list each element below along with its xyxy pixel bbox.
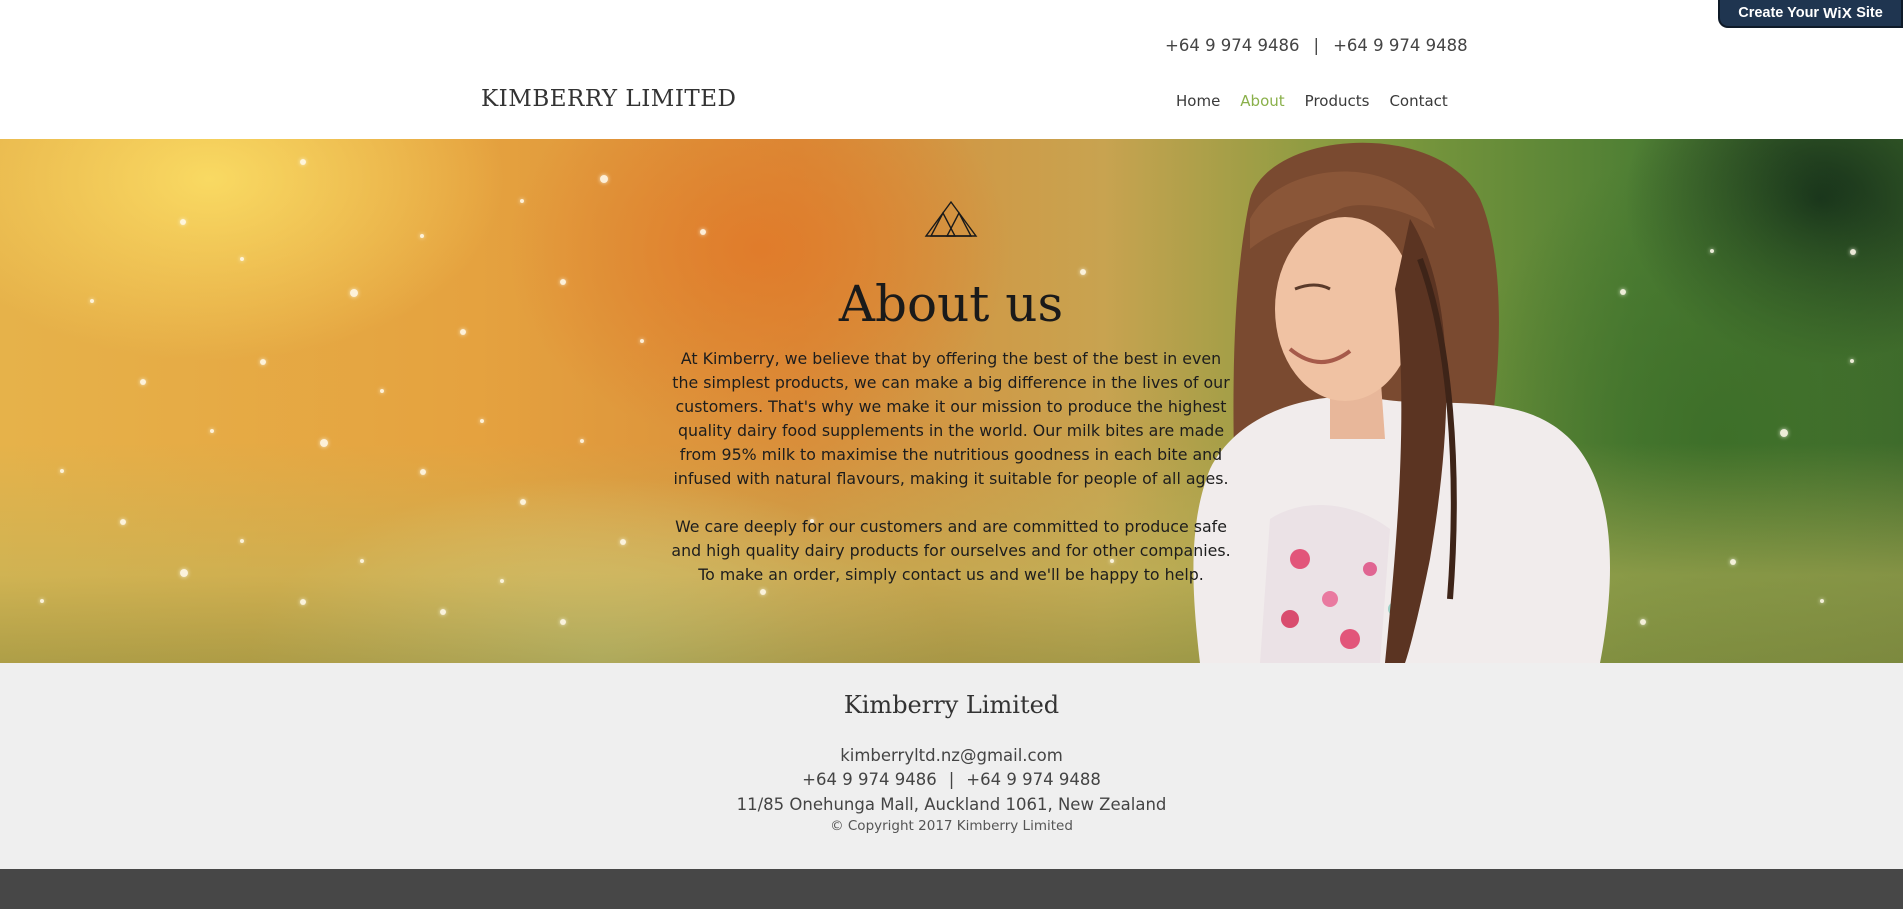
site-footer: Kimberry Limited kimberryltd.nz@gmail.co…: [0, 663, 1903, 869]
footer-company-name: Kimberry Limited: [843, 691, 1060, 719]
footer-phone-numbers: +64 9 974 9486 | +64 9 974 9488: [0, 770, 1903, 789]
nav-home[interactable]: Home: [1176, 92, 1220, 110]
top-phone-1[interactable]: +64 9 974 9486: [1165, 36, 1300, 55]
site-header: KIMBERRY LIMITED Home About Products Con…: [0, 72, 1903, 138]
footer-email-link[interactable]: kimberryltd.nz@gmail.com: [0, 746, 1903, 765]
top-phone-2[interactable]: +64 9 974 9488: [1333, 36, 1468, 55]
main-nav: Home About Products Contact: [1176, 92, 1468, 110]
footer-phone-2[interactable]: +64 9 974 9488: [966, 770, 1101, 789]
footer-phone-1[interactable]: +64 9 974 9486: [802, 770, 937, 789]
nav-products[interactable]: Products: [1305, 92, 1370, 110]
phone-separator: |: [1313, 36, 1320, 55]
nav-about[interactable]: About: [1240, 92, 1284, 110]
create-wix-site-banner[interactable]: Create Your WiX Site: [1718, 0, 1903, 28]
girl-photo: [1193, 142, 1610, 663]
footer-copyright: © Copyright 2017 Kimberry Limited: [830, 818, 1073, 834]
footer-address: 11/85 Onehunga Mall, Auckland 1061, New …: [736, 795, 1167, 814]
wix-banner-suffix: Site: [1856, 5, 1883, 21]
site-logo[interactable]: KIMBERRY LIMITED: [481, 86, 737, 112]
about-content: About us At Kimberry, we believe that by…: [666, 199, 1236, 587]
about-paragraph-2: We care deeply for our customers and are…: [671, 517, 1231, 584]
top-contact-bar: +64 9 974 9486 | +64 9 974 9488: [0, 0, 1903, 73]
nav-contact[interactable]: Contact: [1389, 92, 1447, 110]
wix-logo-text: WiX: [1823, 4, 1853, 22]
bottom-bar: [0, 869, 1903, 909]
wix-banner-prefix: Create Your: [1738, 5, 1820, 21]
about-hero-section: About us At Kimberry, we believe that by…: [0, 139, 1903, 663]
triangle-logo-icon: [924, 200, 978, 237]
page-title: About us: [838, 275, 1064, 333]
about-paragraph-1: At Kimberry, we believe that by offering…: [672, 349, 1230, 488]
footer-phone-separator: |: [948, 770, 955, 789]
top-phone-numbers: +64 9 974 9486 | +64 9 974 9488: [1165, 36, 1468, 55]
